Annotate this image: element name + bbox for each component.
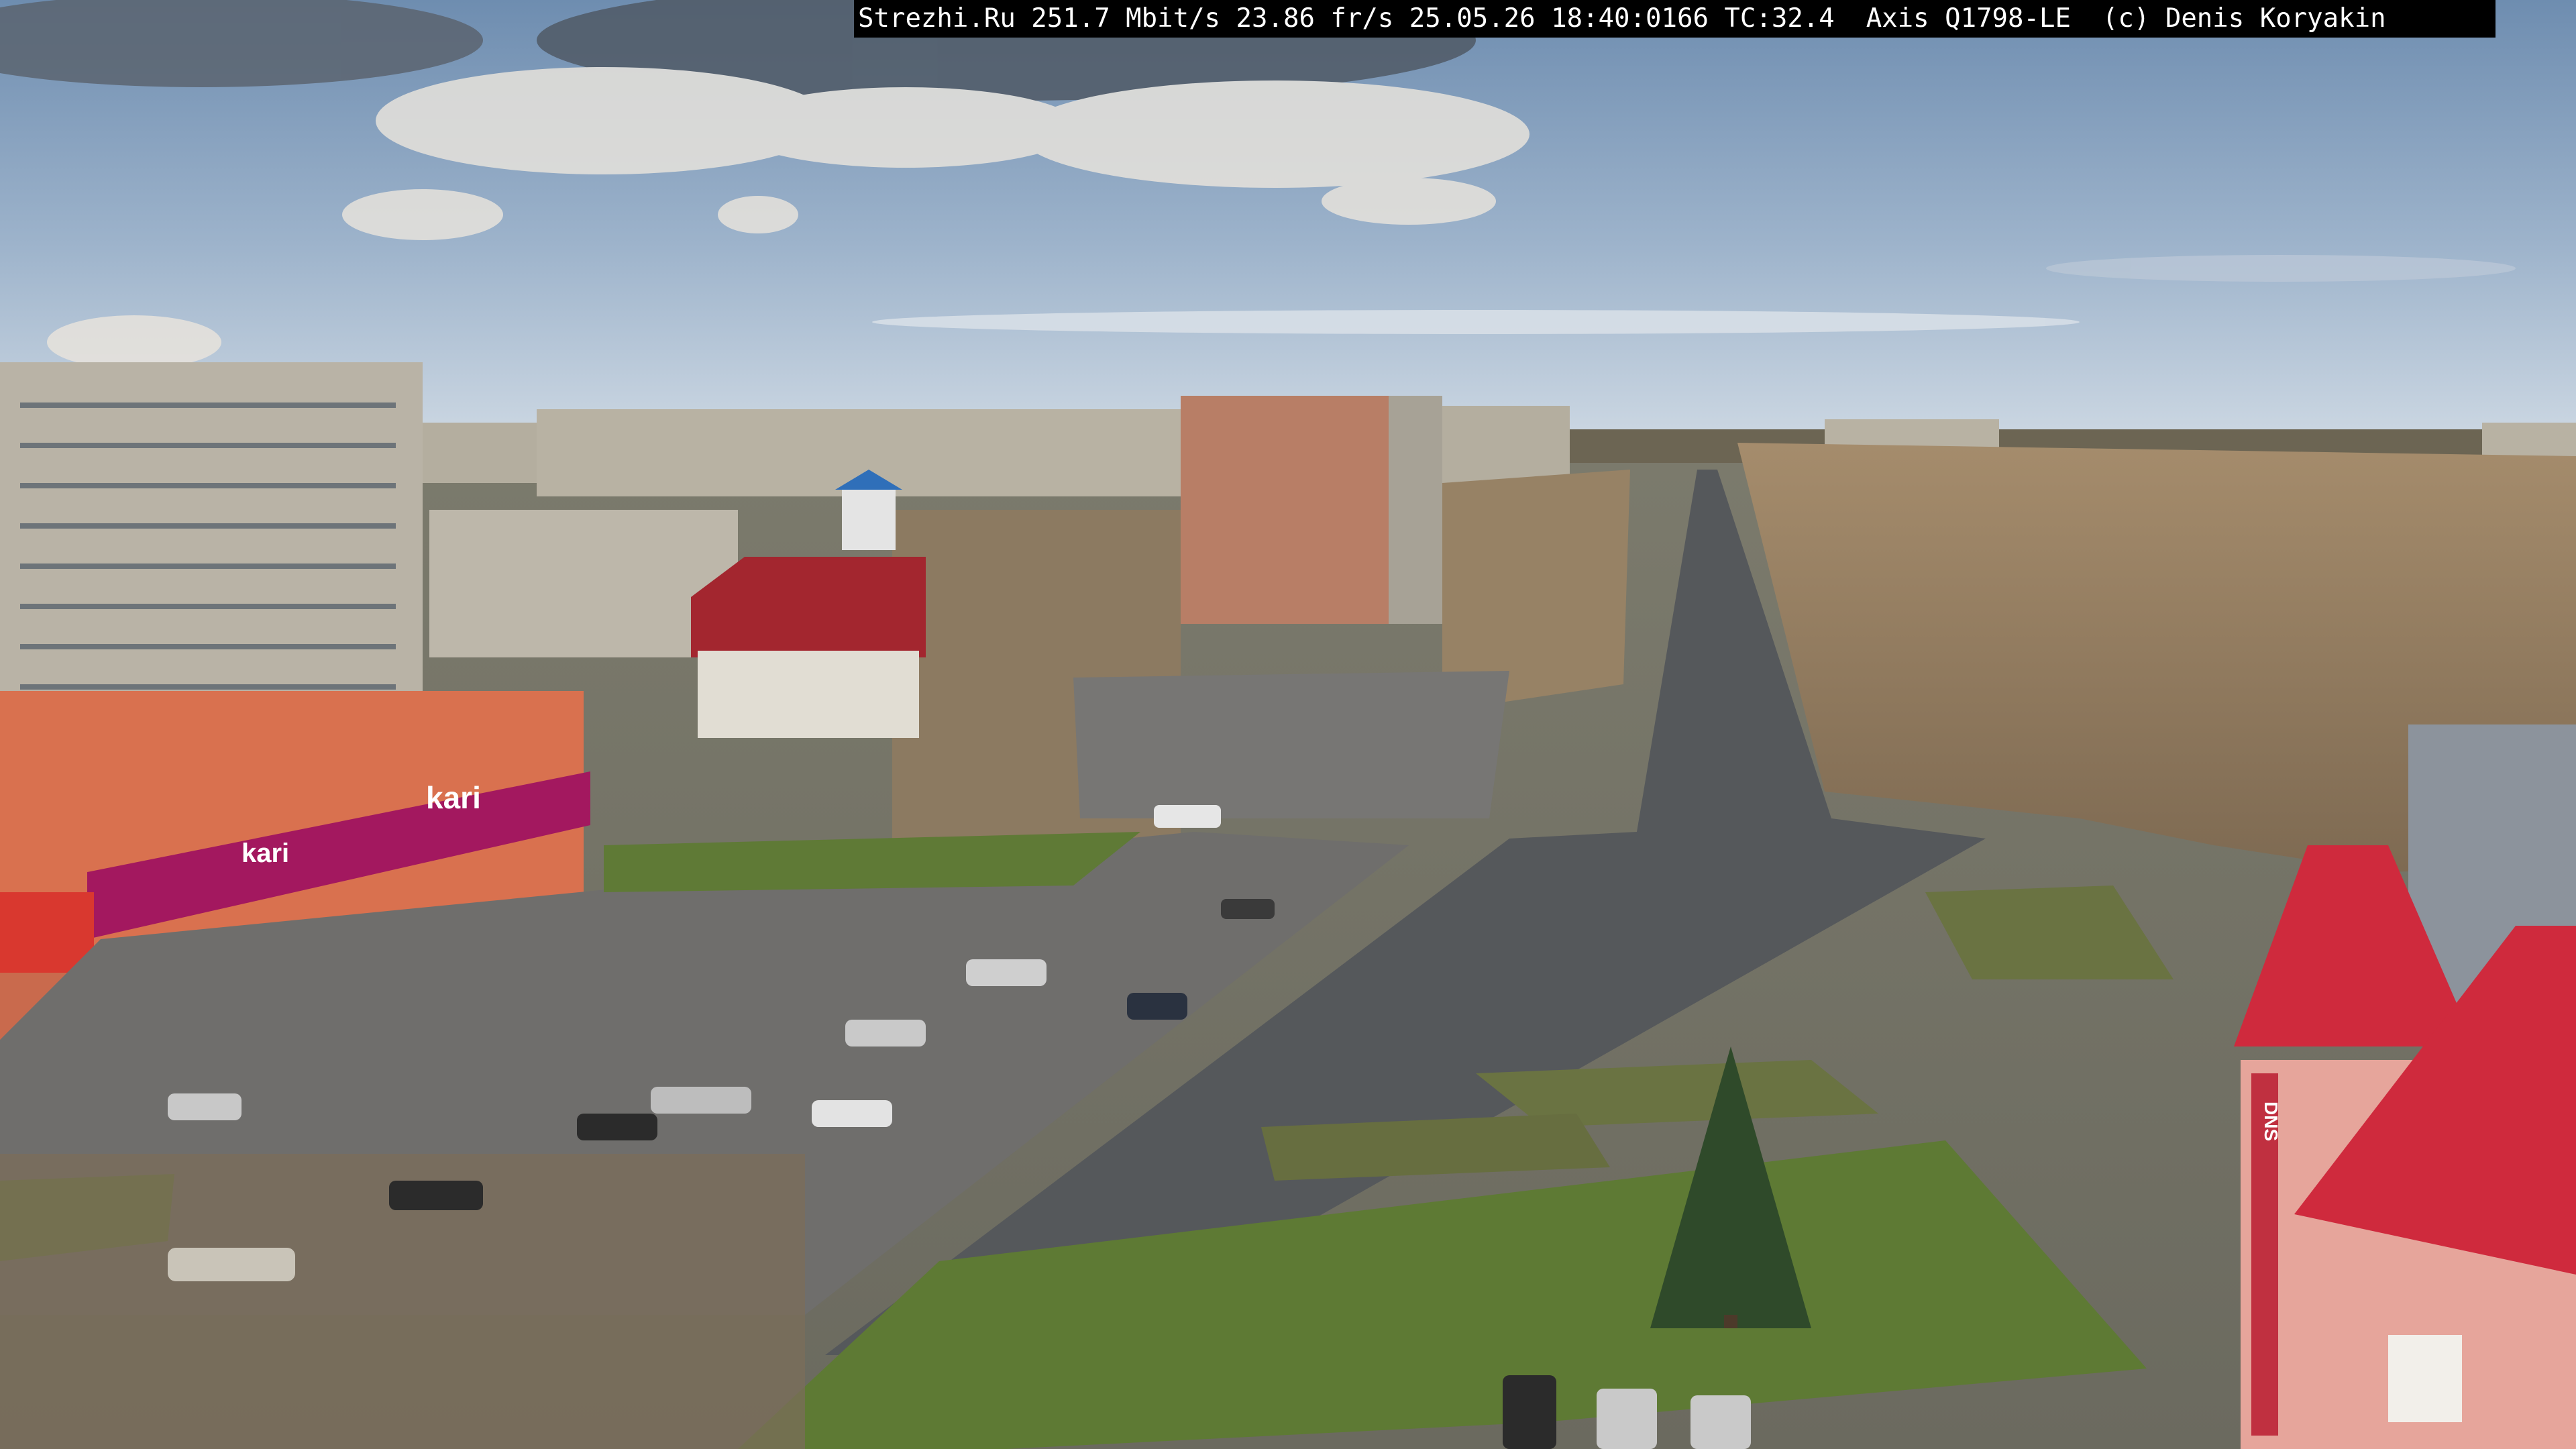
dns-building (2234, 845, 2576, 1449)
plaza-pavement (1073, 671, 1509, 818)
camera-info-overlay: Strezhi.Ru 251.7 Mbit/s 23.86 fr/s 25.05… (854, 0, 2496, 38)
webcam-scene: kari kari DNS (0, 0, 2576, 1449)
kari-roof-sign: kari (426, 780, 481, 815)
dns-sign: DNS (2261, 1102, 2282, 1141)
kari-facade-sign: kari (241, 839, 289, 868)
red-roof-building (691, 557, 926, 738)
